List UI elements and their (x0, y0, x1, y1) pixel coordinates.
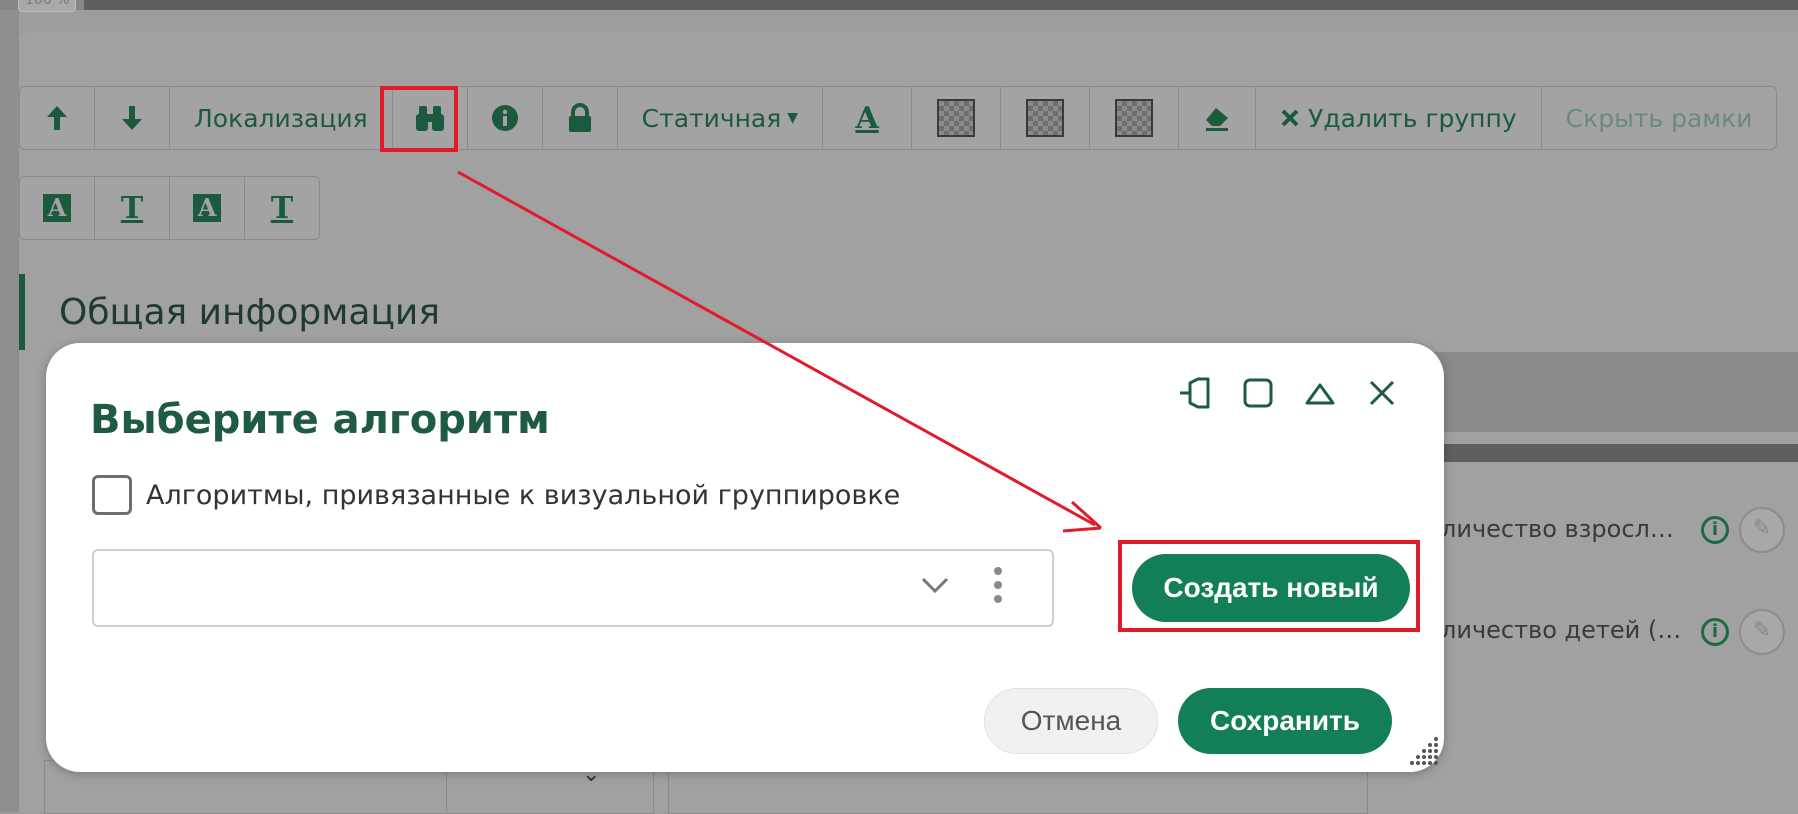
annotation-arrow (457, 170, 1103, 533)
